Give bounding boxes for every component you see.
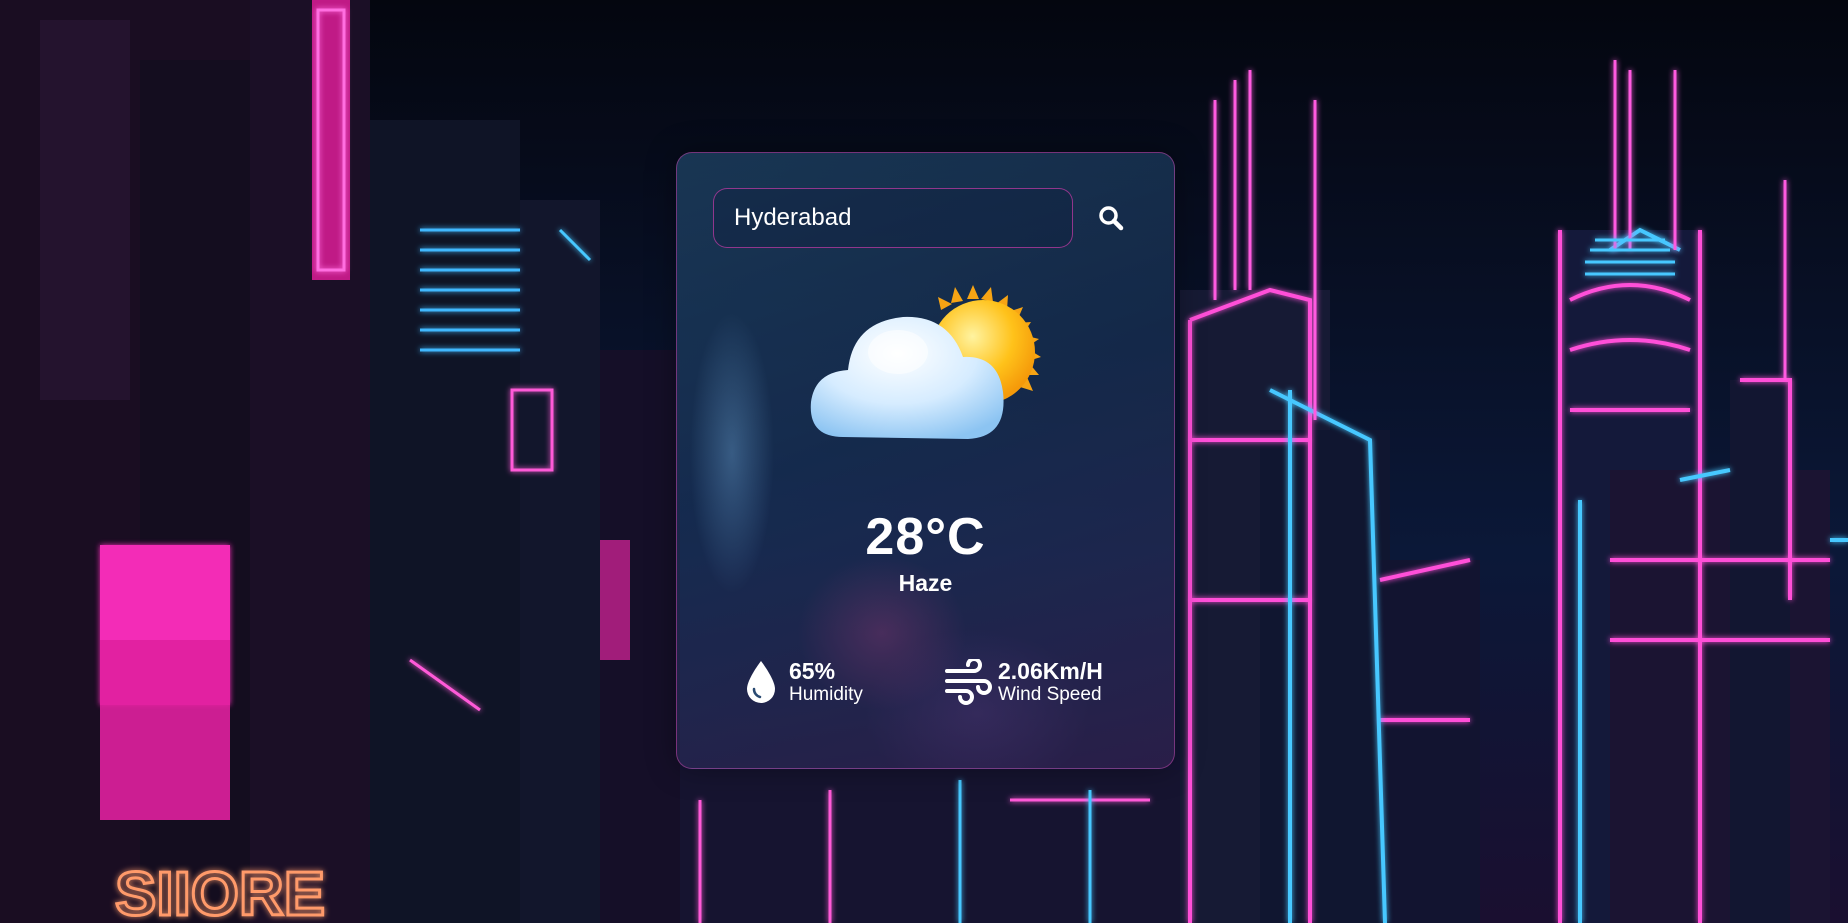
weather-card: Hyderabad 28°C Haze 65% Humidity 2.06Km/… <box>676 152 1175 769</box>
wind-detail: 2.06Km/H Wind Speed <box>942 658 1103 706</box>
wind-speed-label: Wind Speed <box>998 684 1102 705</box>
city-search-input[interactable]: Hyderabad <box>713 188 1073 248</box>
search-icon <box>1099 206 1124 231</box>
weather-app: SIIORE Hyderabad 28°C Haze 65% Humidity … <box>0 0 1848 923</box>
search-button[interactable] <box>1091 198 1131 238</box>
humidity-value: 65% <box>789 658 836 684</box>
wind-speed-value: 2.06Km/H <box>998 658 1103 684</box>
weather-condition: Haze <box>898 570 953 596</box>
humidity-label: Humidity <box>789 684 863 705</box>
partly-cloudy-icon <box>810 285 1041 439</box>
temperature-value: 28°C <box>865 508 986 566</box>
wind-icon <box>942 658 994 706</box>
water-drop-icon <box>737 658 785 706</box>
svg-text:SIIORE: SIIORE <box>115 860 325 923</box>
humidity-detail: 65% Humidity <box>737 658 863 706</box>
